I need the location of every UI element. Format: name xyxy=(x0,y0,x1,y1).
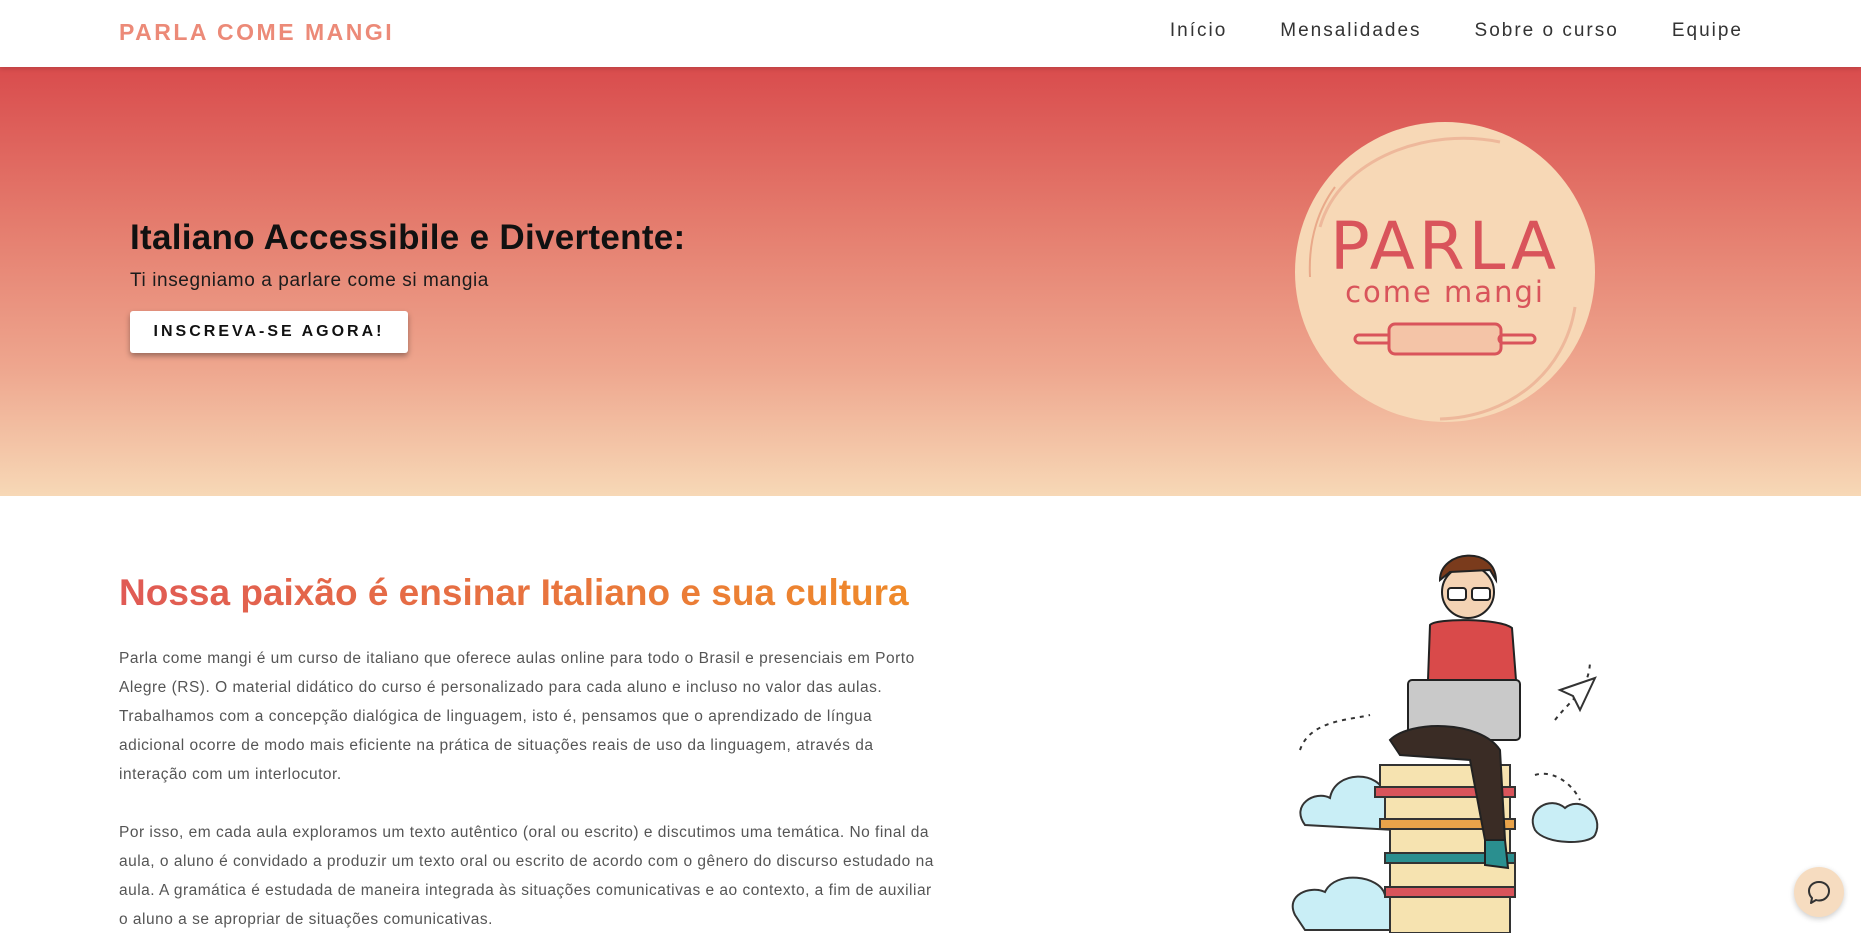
about-paragraph-2: Por isso, em cada aula exploramos um tex… xyxy=(119,824,934,928)
hero-section: Italiano Accessibile e Divertente: Ti in… xyxy=(0,67,1861,496)
signup-now-button[interactable]: INSCREVA-SE AGORA! xyxy=(130,311,408,353)
logo-sub-text: come mangi xyxy=(1345,275,1545,309)
nav-link-mensalidades[interactable]: Mensalidades xyxy=(1280,20,1421,42)
student-on-books-illustration xyxy=(1291,554,1599,933)
chat-bubble-icon xyxy=(1808,881,1830,904)
hero-subtitle: Ti insegniamo a parlare come si mangia xyxy=(130,270,489,291)
main-nav: Início Mensalidades Sobre o curso Equipe xyxy=(1170,20,1743,42)
about-heading: Nossa paixão é ensinar Italiano e sua cu… xyxy=(119,572,909,613)
nav-link-inicio[interactable]: Início xyxy=(1170,20,1227,42)
parla-come-mangi-logo: PARLA come mangi xyxy=(1295,122,1595,422)
top-navbar: PARLA COME MANGI Início Mensalidades Sob… xyxy=(0,0,1861,67)
nav-link-equipe[interactable]: Equipe xyxy=(1672,20,1743,42)
hero-title: Italiano Accessibile e Divertente: xyxy=(130,218,686,257)
brand-logo-text[interactable]: PARLA COME MANGI xyxy=(119,19,394,46)
about-paragraph-1: Parla come mangi é um curso de italiano … xyxy=(119,650,915,783)
logo-main-text: PARLA xyxy=(1330,208,1560,285)
chat-button[interactable] xyxy=(1794,867,1844,917)
nav-link-sobre-o-curso[interactable]: Sobre o curso xyxy=(1475,20,1619,42)
